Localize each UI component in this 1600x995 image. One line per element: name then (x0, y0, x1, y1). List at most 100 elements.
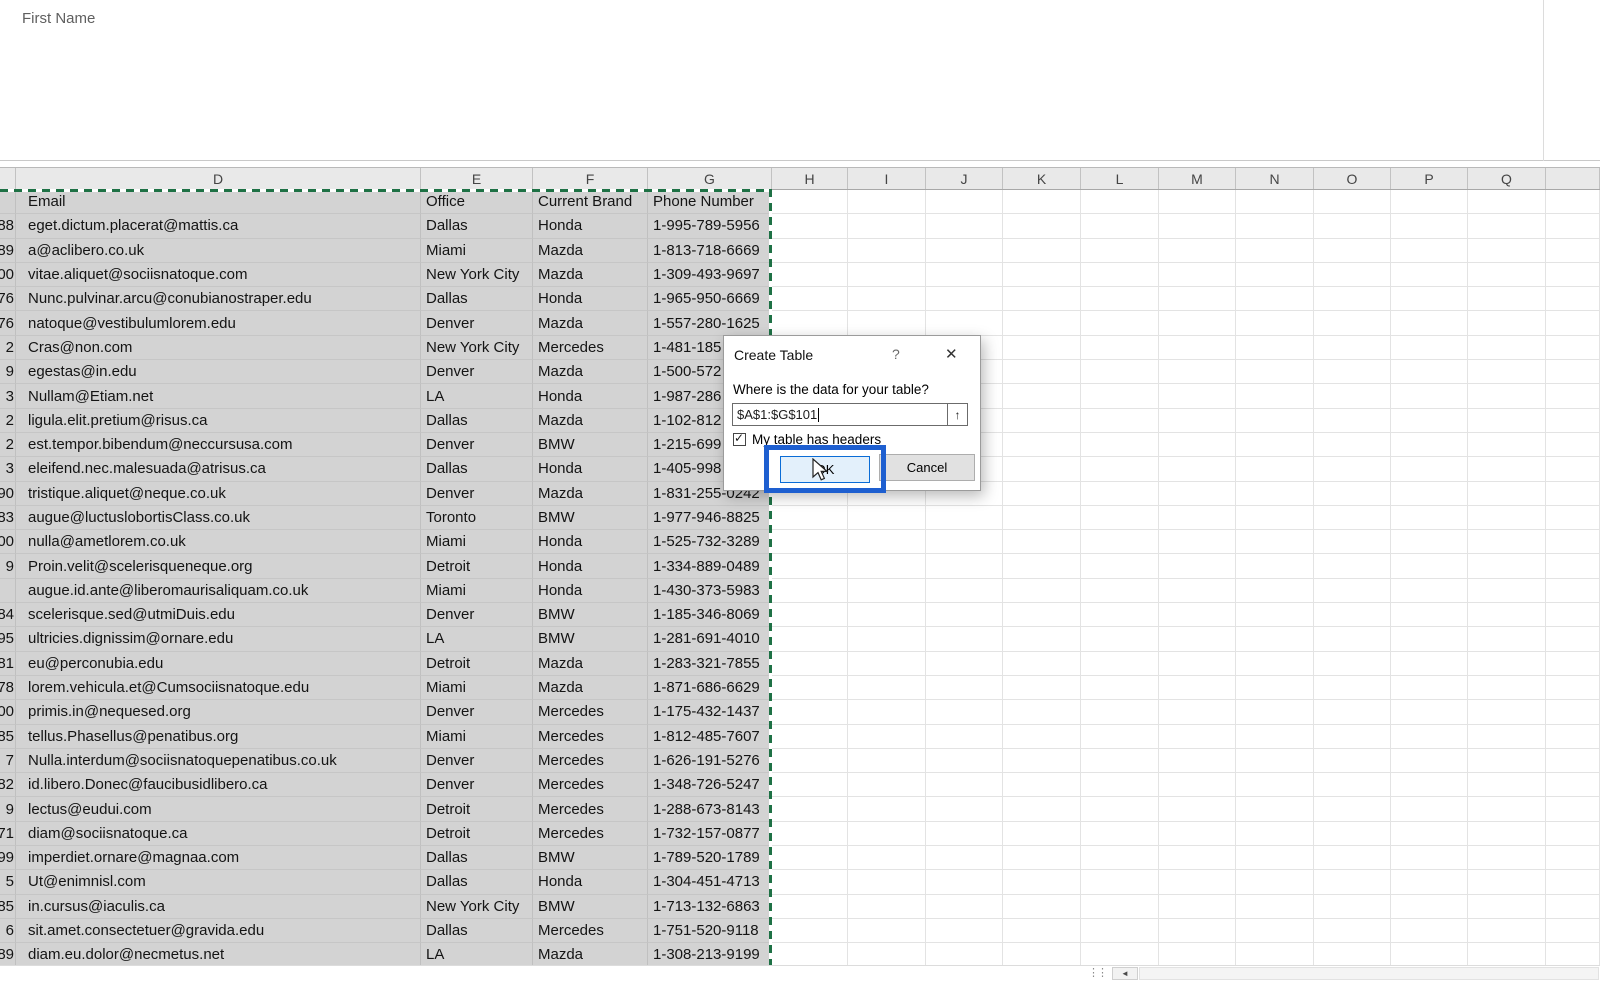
cell[interactable] (1314, 675, 1391, 701)
cell[interactable] (1003, 846, 1081, 871)
cell[interactable]: tristique.aliquet@neque.co.uk (16, 481, 421, 506)
cell[interactable]: 99 (0, 846, 16, 871)
cell[interactable] (1081, 262, 1159, 288)
cell[interactable]: 1-175-432-1437 (648, 700, 772, 725)
cell[interactable] (1546, 894, 1600, 919)
column-header-partial[interactable] (1546, 168, 1600, 189)
cell[interactable] (1314, 554, 1391, 579)
cell[interactable] (926, 894, 1003, 919)
cell[interactable]: 89 (0, 238, 16, 263)
cell[interactable] (848, 846, 926, 871)
cell[interactable] (1468, 651, 1546, 676)
cell[interactable] (1468, 603, 1546, 628)
column-header-N[interactable]: N (1236, 168, 1314, 189)
cell[interactable]: a@aclibero.co.uk (16, 238, 421, 263)
cell[interactable] (926, 918, 1003, 944)
cell[interactable] (1003, 724, 1081, 749)
cell[interactable] (1081, 311, 1159, 336)
cell[interactable] (1314, 651, 1391, 676)
cell[interactable]: 76 (0, 287, 16, 312)
cell[interactable] (1159, 797, 1236, 822)
cell[interactable] (848, 262, 926, 288)
cell[interactable]: BMW (533, 432, 648, 458)
cell[interactable] (848, 238, 926, 263)
cell[interactable] (848, 603, 926, 628)
cell[interactable] (1081, 724, 1159, 749)
cell[interactable] (1236, 894, 1314, 919)
cell[interactable]: Denver (421, 773, 533, 798)
cell[interactable] (1081, 432, 1159, 458)
cell[interactable]: Mazda (533, 238, 648, 263)
cell[interactable] (1081, 748, 1159, 774)
cell[interactable] (772, 894, 848, 919)
cell[interactable] (1003, 554, 1081, 579)
cell[interactable] (848, 894, 926, 919)
cell[interactable] (1391, 335, 1468, 361)
cell[interactable]: BMW (533, 627, 648, 652)
headers-checkbox[interactable]: ✓ (733, 432, 746, 446)
cell[interactable]: 5 (0, 870, 16, 895)
cell[interactable]: 2 (0, 408, 16, 433)
cell[interactable]: 3 (0, 384, 16, 409)
cell[interactable]: Honda (533, 457, 648, 482)
cell[interactable] (772, 627, 848, 652)
cell[interactable] (1236, 311, 1314, 336)
cell[interactable]: Dallas (421, 408, 533, 433)
cell[interactable] (926, 846, 1003, 871)
cell[interactable] (1546, 918, 1600, 944)
cell[interactable] (1468, 360, 1546, 385)
cell[interactable] (1003, 651, 1081, 676)
cell[interactable] (1003, 797, 1081, 822)
cell[interactable] (1546, 457, 1600, 482)
horizontal-scrollbar-track[interactable] (1139, 967, 1599, 980)
cell[interactable]: 1-309-493-9697 (648, 262, 772, 288)
cell[interactable] (1468, 773, 1546, 798)
cell[interactable]: Mazda (533, 675, 648, 701)
column-header-O[interactable]: O (1314, 168, 1391, 189)
cell[interactable] (1468, 748, 1546, 774)
cell[interactable]: Denver (421, 360, 533, 385)
cell[interactable]: Detroit (421, 821, 533, 847)
cell[interactable] (1314, 238, 1391, 263)
cell[interactable] (848, 627, 926, 652)
cell[interactable] (1314, 530, 1391, 555)
cell[interactable] (1159, 287, 1236, 312)
cell[interactable] (1003, 262, 1081, 288)
cell[interactable] (926, 190, 1003, 215)
cell[interactable] (1314, 505, 1391, 531)
column-header-K[interactable]: K (1003, 168, 1081, 189)
cell[interactable] (1391, 481, 1468, 506)
cell[interactable] (1468, 335, 1546, 361)
cell[interactable] (772, 505, 848, 531)
cell[interactable]: eu@perconubia.edu (16, 651, 421, 676)
cell[interactable] (1236, 627, 1314, 652)
cell[interactable]: 1-348-726-5247 (648, 773, 772, 798)
cell[interactable] (1391, 627, 1468, 652)
cell[interactable] (1468, 554, 1546, 579)
cell[interactable]: Mazda (533, 408, 648, 433)
cell[interactable] (1003, 360, 1081, 385)
cell[interactable]: Mazda (533, 651, 648, 676)
cell[interactable]: eleifend.nec.malesuada@atrisus.ca (16, 457, 421, 482)
cell[interactable] (1081, 335, 1159, 361)
cell[interactable] (1546, 481, 1600, 506)
cell[interactable]: Mazda (533, 311, 648, 336)
cell[interactable] (1236, 481, 1314, 506)
cell[interactable]: egestas@in.edu (16, 360, 421, 385)
cell[interactable]: 1-732-157-0877 (648, 821, 772, 847)
cell[interactable] (1468, 821, 1546, 847)
cell[interactable]: Honda (533, 554, 648, 579)
cell[interactable] (848, 311, 926, 336)
cell[interactable]: est.tempor.bibendum@neccursusa.com (16, 432, 421, 458)
cell[interactable] (1003, 918, 1081, 944)
cell[interactable] (1159, 311, 1236, 336)
column-header-P[interactable]: P (1391, 168, 1468, 189)
cell[interactable] (1081, 214, 1159, 239)
cell[interactable] (1314, 821, 1391, 847)
cell[interactable] (1159, 675, 1236, 701)
cell[interactable] (1468, 675, 1546, 701)
cell[interactable] (1391, 748, 1468, 774)
cell[interactable]: 1-871-686-6629 (648, 675, 772, 701)
cell[interactable] (1468, 943, 1546, 965)
cell[interactable] (1468, 214, 1546, 239)
